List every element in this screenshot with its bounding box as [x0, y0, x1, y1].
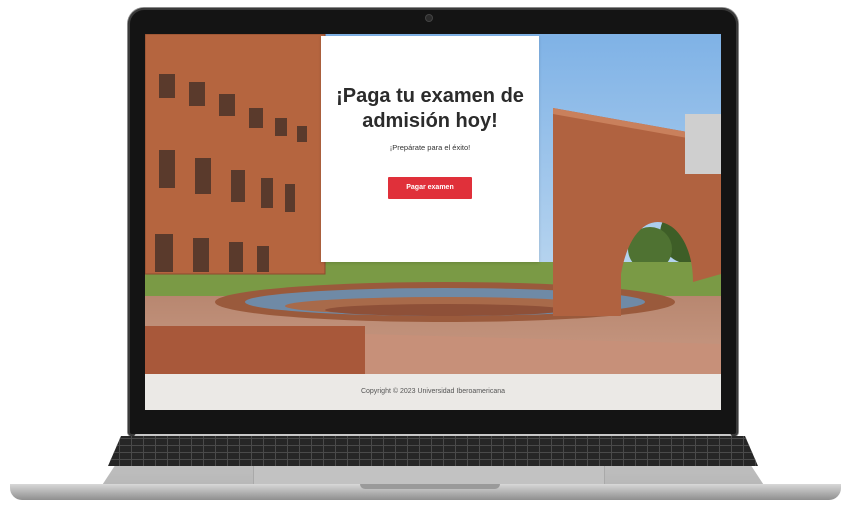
pay-exam-button[interactable]: Pagar examen [388, 177, 472, 199]
lid-opening-notch [360, 484, 500, 489]
hero-card: ¡Paga tu examen de admisión hoy! ¡Prepár… [321, 36, 539, 262]
hero-title: ¡Paga tu examen de admisión hoy! [336, 85, 524, 132]
copyright-text: Copyright © 2023 Universidad Iberoameric… [360, 388, 506, 395]
webcam-icon [426, 15, 432, 21]
page-footer: Copyright © 2023 Universidad Iberoameric… [145, 374, 721, 410]
hero-subtitle: ¡Prepárate para el éxito! [389, 143, 471, 152]
laptop-screen: ¡Paga tu examen de admisión hoy! ¡Prepár… [145, 34, 721, 410]
keyboard [108, 436, 758, 466]
